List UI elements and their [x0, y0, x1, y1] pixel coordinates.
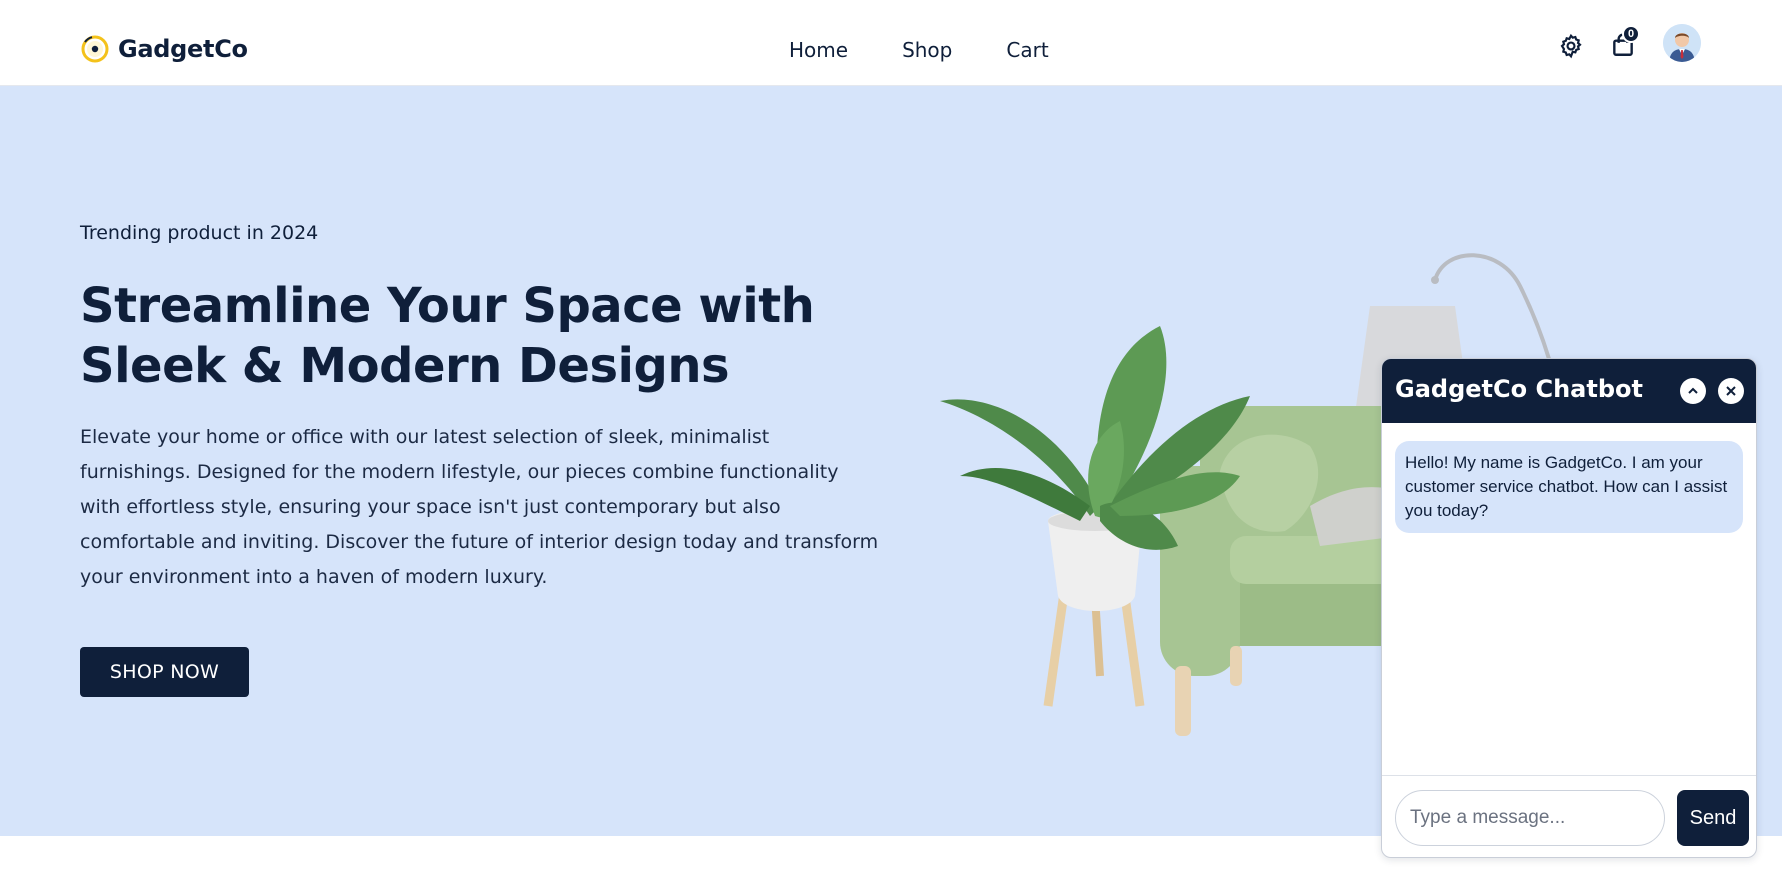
header-actions: 0 — [1555, 24, 1701, 62]
main-nav: Home Shop Cart — [789, 38, 1049, 62]
nav-home[interactable]: Home — [789, 38, 848, 62]
site-header: GadgetCo Home Shop Cart 0 — [0, 0, 1782, 86]
brand-name: GadgetCo — [118, 35, 248, 63]
brand-logo[interactable]: GadgetCo — [80, 34, 248, 64]
settings-button[interactable] — [1555, 30, 1587, 62]
chatbot-footer: Send — [1382, 775, 1756, 857]
avatar[interactable] — [1663, 24, 1701, 62]
shop-now-button[interactable]: SHOP NOW — [80, 647, 249, 697]
bot-message: Hello! My name is GadgetCo. I am your cu… — [1395, 441, 1743, 533]
user-avatar-icon — [1663, 24, 1701, 62]
send-button[interactable]: Send — [1677, 790, 1749, 846]
chatbot-minimize-button[interactable] — [1680, 378, 1706, 404]
nav-shop[interactable]: Shop — [902, 38, 952, 62]
chevron-up-icon — [1688, 387, 1698, 394]
nav-cart[interactable]: Cart — [1006, 38, 1048, 62]
chatbot-close-button[interactable] — [1718, 378, 1744, 404]
chatbot-messages: Hello! My name is GadgetCo. I am your cu… — [1382, 423, 1756, 769]
hero-eyebrow: Trending product in 2024 — [80, 222, 319, 244]
close-icon — [1726, 386, 1736, 396]
logo-icon — [81, 35, 109, 63]
hero-description: Elevate your home or office with our lat… — [80, 426, 879, 588]
chatbot-header: GadgetCo Chatbot — [1382, 359, 1756, 423]
chatbot-widget: GadgetCo Chatbot Hello! My name is Gadge… — [1381, 358, 1757, 858]
hero-title: Streamline Your Space with Sleek & Moder… — [80, 278, 815, 394]
cart-button[interactable]: 0 — [1607, 25, 1640, 61]
chat-message-input[interactable] — [1395, 790, 1665, 846]
cart-count-badge: 0 — [1622, 25, 1640, 43]
gear-icon — [1560, 33, 1582, 59]
chatbot-title: GadgetCo Chatbot — [1395, 375, 1643, 403]
